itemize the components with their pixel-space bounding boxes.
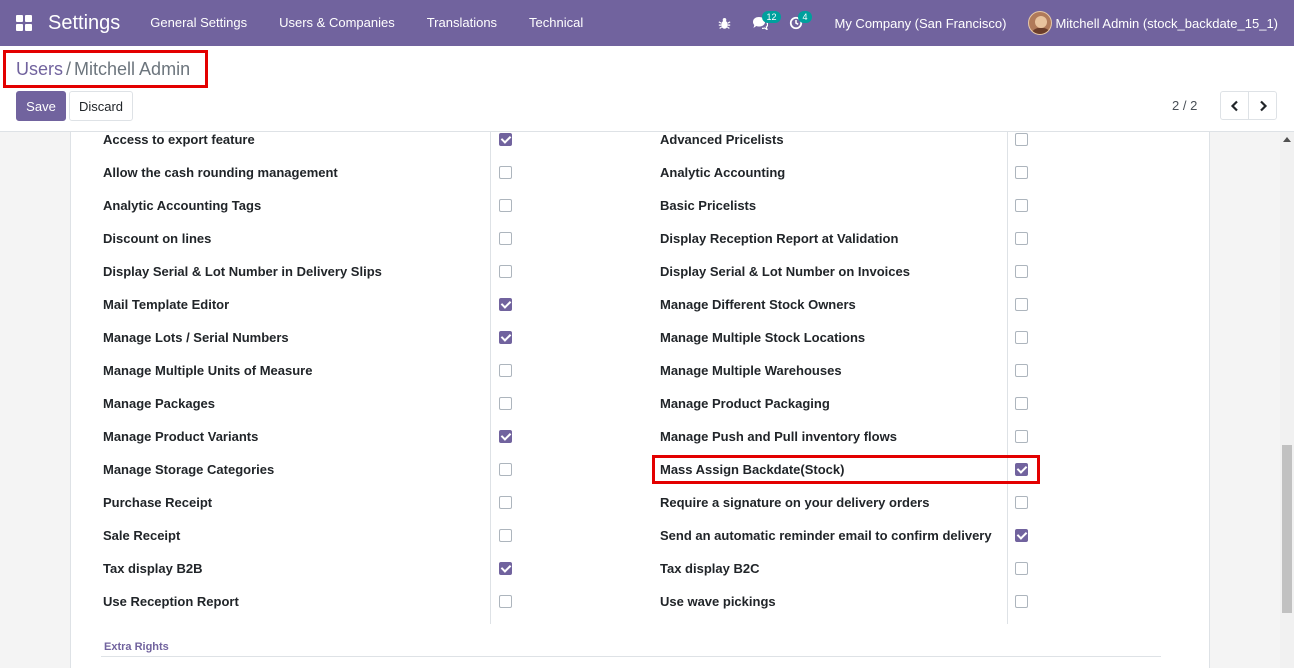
access-right-checkbox[interactable]: [1015, 331, 1028, 344]
access-right-checkbox[interactable]: [1015, 133, 1028, 146]
user-avatar[interactable]: [1028, 11, 1053, 35]
access-right-checkbox[interactable]: [499, 265, 512, 278]
chevron-right-icon: [1259, 100, 1267, 111]
column-divider-left: [490, 132, 491, 624]
access-right-label: Access to export feature: [103, 132, 255, 147]
access-right-label: Advanced Pricelists: [660, 132, 784, 147]
access-right-checkbox[interactable]: [1015, 298, 1028, 311]
save-button[interactable]: Save: [16, 91, 66, 121]
pager-value[interactable]: 2 / 2: [1172, 98, 1197, 113]
access-right-label: Manage Multiple Warehouses: [660, 363, 842, 378]
menu-translations[interactable]: Translations: [411, 0, 513, 46]
access-right-label: Manage Packages: [103, 396, 216, 411]
access-right-label: Display Serial & Lot Number on Invoices: [660, 264, 910, 279]
access-right-checkbox[interactable]: [1015, 529, 1028, 542]
messages-chat-icon[interactable]: 12: [742, 0, 781, 46]
debug-bug-icon[interactable]: [706, 0, 742, 46]
access-right-label: Manage Product Variants: [103, 429, 259, 444]
breadcrumb-separator: /: [66, 59, 72, 79]
access-right-checkbox[interactable]: [1015, 463, 1028, 476]
access-right-label: Tax display B2C: [660, 561, 760, 576]
apps-menu-icon[interactable]: [16, 15, 32, 31]
access-right-label: Send an automatic reminder email to conf…: [660, 528, 992, 543]
access-right-label: Manage Multiple Units of Measure: [103, 363, 313, 378]
access-right-checkbox[interactable]: [1015, 430, 1028, 443]
page-scrollbar[interactable]: [1280, 132, 1294, 668]
access-right-label: Purchase Receipt: [103, 495, 213, 510]
discard-button[interactable]: Discard: [69, 91, 133, 121]
access-right-checkbox[interactable]: [1015, 562, 1028, 575]
access-right-label: Use wave pickings: [660, 594, 776, 609]
access-right-checkbox[interactable]: [499, 496, 512, 509]
access-right-label: Manage Product Packaging: [660, 396, 830, 411]
access-right-label: Display Serial & Lot Number in Delivery …: [103, 264, 382, 279]
access-right-checkbox[interactable]: [1015, 199, 1028, 212]
access-right-label: Mass Assign Backdate(Stock): [660, 462, 845, 477]
access-right-checkbox[interactable]: [1015, 166, 1028, 179]
breadcrumb-users-link[interactable]: Users: [16, 59, 63, 79]
scroll-thumb[interactable]: [1282, 445, 1292, 613]
access-right-checkbox[interactable]: [499, 298, 512, 311]
chevron-left-icon: [1230, 100, 1238, 111]
access-right-label: Allow the cash rounding management: [103, 165, 338, 180]
pager-next-button[interactable]: [1248, 91, 1277, 120]
access-right-label: Analytic Accounting: [660, 165, 786, 180]
section-divider: [101, 656, 1161, 657]
access-right-checkbox[interactable]: [499, 562, 512, 575]
menu-general-settings[interactable]: General Settings: [134, 0, 263, 46]
access-right-checkbox[interactable]: [499, 397, 512, 410]
access-right-label: Discount on lines: [103, 231, 212, 246]
activity-badge: 4: [798, 11, 812, 23]
extra-rights-title: Extra Rights: [104, 641, 169, 653]
company-switcher[interactable]: My Company (San Francisco): [814, 16, 1028, 31]
form-sheet: Extra Rights Access to export feature All…: [70, 132, 1210, 668]
access-right-checkbox[interactable]: [499, 430, 512, 443]
pager-previous-button[interactable]: [1220, 91, 1249, 120]
access-right-label: Manage Lots / Serial Numbers: [103, 330, 289, 345]
access-right-label: Analytic Accounting Tags: [103, 198, 262, 213]
breadcrumb-current: Mitchell Admin: [74, 59, 191, 79]
access-right-checkbox[interactable]: [499, 232, 512, 245]
access-right-label: Require a signature on your delivery ord…: [660, 495, 930, 510]
user-menu[interactable]: Mitchell Admin (stock_backdate_15_1): [1052, 16, 1294, 31]
access-right-label: Manage Storage Categories: [103, 462, 275, 477]
access-right-checkbox[interactable]: [1015, 496, 1028, 509]
access-right-checkbox[interactable]: [1015, 397, 1028, 410]
activity-clock-icon[interactable]: 4: [778, 0, 814, 46]
access-right-label: Manage Multiple Stock Locations: [660, 330, 866, 345]
access-right-checkbox[interactable]: [499, 331, 512, 344]
scroll-up-arrow-icon[interactable]: [1283, 137, 1291, 142]
access-right-checkbox[interactable]: [499, 199, 512, 212]
access-right-checkbox[interactable]: [1015, 232, 1028, 245]
control-panel: Users / Mitchell Admin Save Discard 2 / 2: [0, 46, 1294, 132]
access-right-label: Use Reception Report: [103, 594, 239, 609]
access-right-checkbox[interactable]: [499, 595, 512, 608]
app-title[interactable]: Settings: [48, 12, 120, 35]
access-right-label: Mail Template Editor: [103, 297, 230, 312]
access-right-checkbox[interactable]: [1015, 265, 1028, 278]
access-right-checkbox[interactable]: [499, 463, 512, 476]
access-right-checkbox[interactable]: [1015, 595, 1028, 608]
column-divider-right: [1007, 132, 1008, 624]
access-right-checkbox[interactable]: [499, 133, 512, 146]
access-right-label: Manage Different Stock Owners: [660, 297, 856, 312]
access-right-checkbox[interactable]: [1015, 364, 1028, 377]
access-right-checkbox[interactable]: [499, 166, 512, 179]
access-right-label: Manage Push and Pull inventory flows: [660, 429, 897, 444]
access-right-label: Basic Pricelists: [660, 198, 757, 213]
access-right-label: Display Reception Report at Validation: [660, 231, 899, 246]
access-right-checkbox[interactable]: [499, 364, 512, 377]
access-right-label: Tax display B2B: [103, 561, 203, 576]
menu-users-companies[interactable]: Users & Companies: [263, 0, 411, 46]
form-background: Extra Rights Access to export feature All…: [0, 132, 1280, 668]
top-navbar: Settings General Settings Users & Compan…: [0, 0, 1294, 46]
access-right-label: Sale Receipt: [103, 528, 181, 543]
breadcrumb: Users / Mitchell Admin: [3, 50, 208, 88]
menu-technical[interactable]: Technical: [513, 0, 599, 46]
access-right-checkbox[interactable]: [499, 529, 512, 542]
